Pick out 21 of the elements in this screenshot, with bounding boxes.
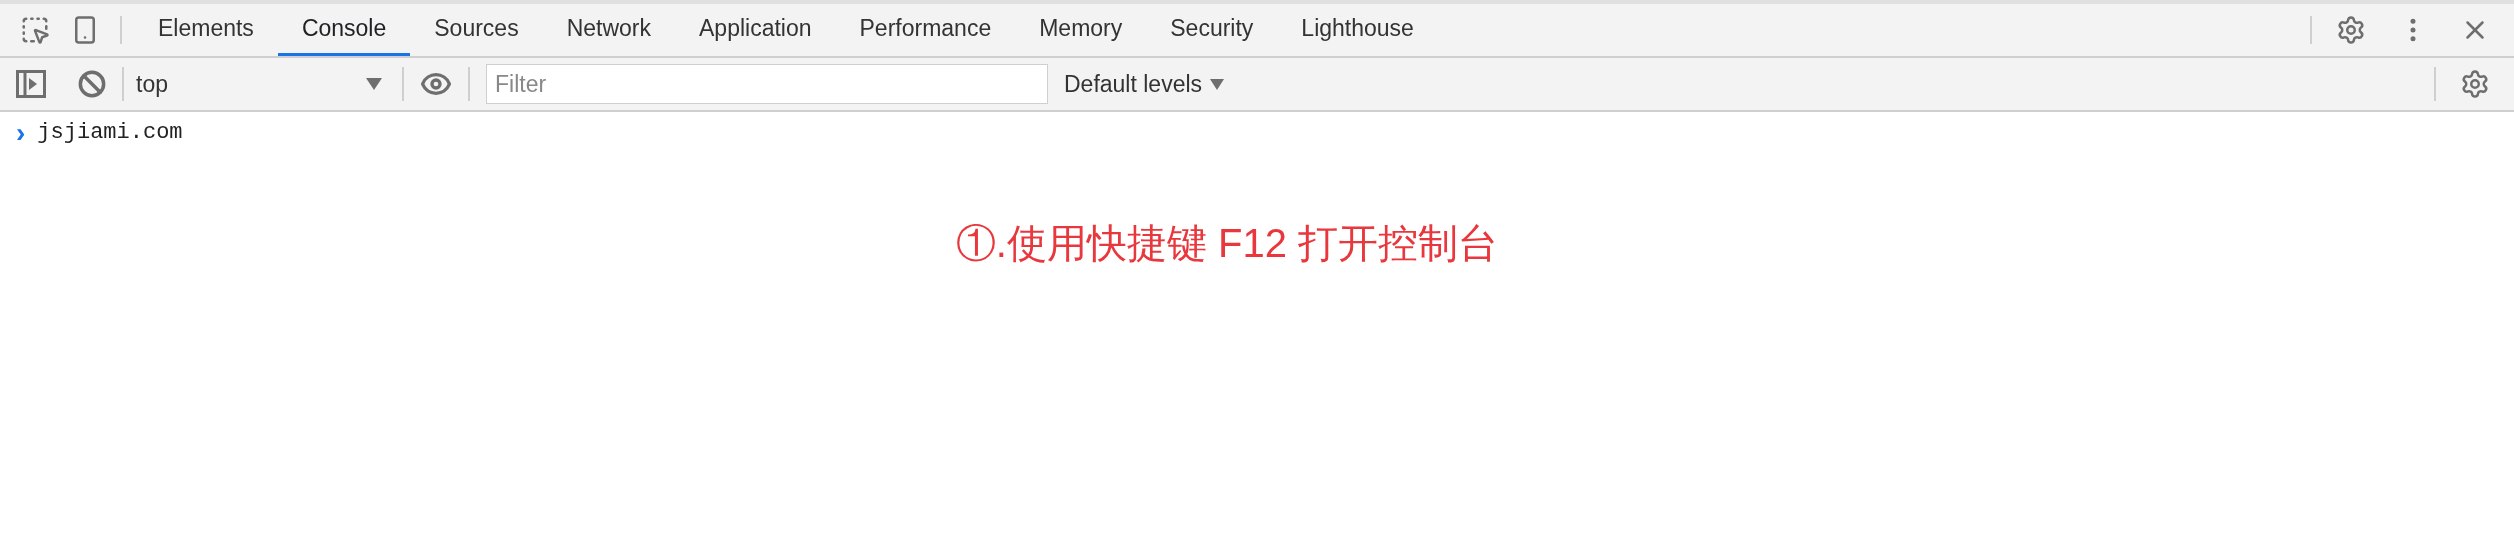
filter-field[interactable]: Filter	[486, 64, 1048, 104]
caret-icon	[1210, 78, 1225, 90]
clear-console-icon[interactable]	[78, 70, 106, 98]
settings-icon[interactable]	[2460, 69, 2490, 99]
panel-tab[interactable]: Sources	[410, 4, 543, 56]
annotation-text: ①.使用快捷键 F12 打开控制台	[955, 220, 1499, 267]
inspect-element-icon[interactable]	[20, 15, 50, 45]
panel-tab[interactable]: Performance	[835, 4, 1016, 56]
context-dropdown[interactable]: top	[124, 66, 394, 102]
console-text: jsjiami.com	[37, 119, 183, 147]
panel-tab[interactable]: Lighthouse	[1277, 4, 1438, 56]
caret-icon	[366, 78, 382, 90]
prompt-icon: ›	[16, 118, 26, 147]
settings-icon[interactable]	[2336, 15, 2366, 45]
panel-tab[interactable]: Elements	[134, 4, 278, 56]
panel-tab[interactable]: Application	[675, 4, 836, 56]
panel-tab[interactable]: Memory	[1015, 4, 1147, 56]
panel-tab[interactable]: Security	[1146, 4, 1278, 56]
panel-tab[interactable]: Network	[542, 4, 675, 56]
levels-dropdown[interactable]: Default levels	[1064, 66, 1225, 102]
sidebar-toggle-icon[interactable]	[16, 70, 46, 98]
